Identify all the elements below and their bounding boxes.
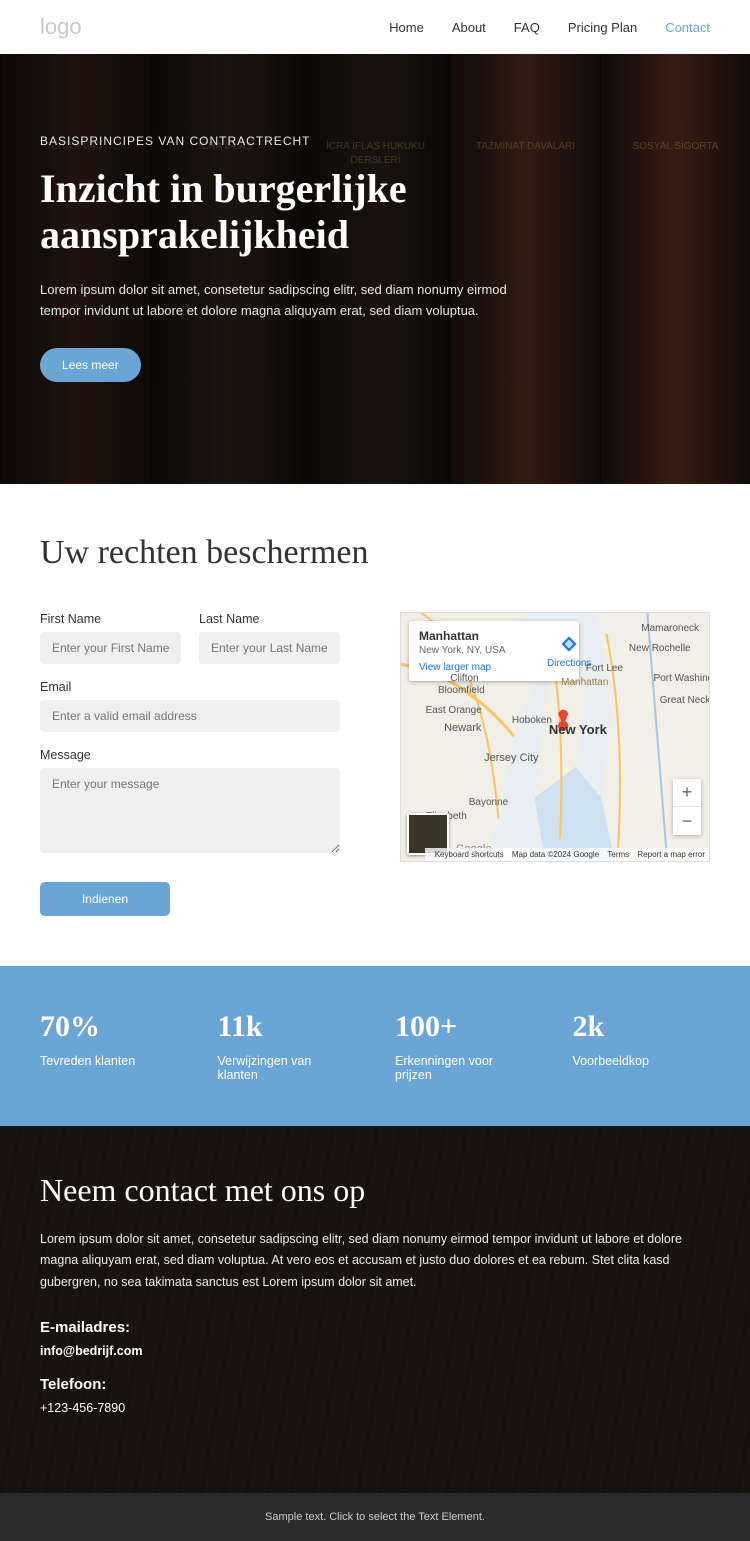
message-textarea[interactable] bbox=[40, 768, 340, 853]
map-label-newyork: New York bbox=[549, 722, 607, 737]
contact-section: Neem contact met ons op Lorem ipsum dolo… bbox=[0, 1126, 750, 1493]
map-label-jerseycity: Jersey City bbox=[484, 752, 538, 764]
site-footer: Sample text. Click to select the Text El… bbox=[0, 1493, 750, 1541]
last-name-input[interactable] bbox=[199, 632, 340, 664]
stat-label: Verwijzingen van klanten bbox=[218, 1054, 356, 1082]
email-label: Email bbox=[40, 680, 340, 694]
map[interactable]: Manhattan New York, NY, USA View larger … bbox=[400, 612, 710, 862]
map-directions[interactable]: Directions bbox=[547, 635, 591, 669]
map-label-portwashington: Port Washington bbox=[654, 673, 710, 684]
email-input[interactable] bbox=[40, 700, 340, 732]
stat-label: Voorbeeldkop bbox=[573, 1054, 711, 1068]
map-label-manhattan: Manhattan bbox=[561, 677, 608, 688]
map-report-link[interactable]: Report a map error bbox=[637, 850, 705, 859]
nav-about[interactable]: About bbox=[452, 20, 486, 35]
map-label-fortlee: Fort Lee bbox=[586, 663, 623, 674]
first-name-label: First Name bbox=[40, 612, 181, 626]
message-label: Message bbox=[40, 748, 340, 762]
stat-number: 100+ bbox=[395, 1010, 533, 1044]
last-name-label: Last Name bbox=[199, 612, 340, 626]
map-attribution: Keyboard shortcuts Map data ©2024 Google… bbox=[425, 848, 709, 861]
contact-email-value[interactable]: info@bedrijf.com bbox=[40, 1344, 710, 1358]
stat-number: 11k bbox=[218, 1010, 356, 1044]
contact-phone-label: Telefoon: bbox=[40, 1376, 710, 1393]
stat-label: Erkenningen voor prijzen bbox=[395, 1054, 533, 1082]
submit-button[interactable]: Indienen bbox=[40, 882, 170, 916]
stat-label: Tevreden klanten bbox=[40, 1054, 178, 1068]
hero-text: Lorem ipsum dolor sit amet, consetetur s… bbox=[40, 280, 520, 322]
stat-item: 70% Tevreden klanten bbox=[40, 1010, 178, 1082]
map-label-bayonne: Bayonne bbox=[469, 797, 508, 808]
directions-icon bbox=[560, 635, 578, 653]
hero-eyebrow: BASISPRINCIPES VAN CONTRACTRECHT bbox=[40, 134, 600, 148]
hero-title: Inzicht in burgerlijke aansprakelijkheid bbox=[40, 166, 600, 258]
map-directions-label: Directions bbox=[547, 658, 591, 669]
contact-phone-value[interactable]: +123-456-7890 bbox=[40, 1401, 710, 1415]
map-label-bloomfield: Bloomfield bbox=[438, 685, 485, 696]
stat-number: 2k bbox=[573, 1010, 711, 1044]
stat-item: 11k Verwijzingen van klanten bbox=[218, 1010, 356, 1082]
stat-item: 2k Voorbeeldkop bbox=[573, 1010, 711, 1082]
map-label-eastorange: East Orange bbox=[426, 705, 482, 716]
map-label-clifton: Clifton bbox=[450, 673, 478, 684]
nav-contact[interactable]: Contact bbox=[665, 20, 710, 35]
contact-email-label: E-mailadres: bbox=[40, 1319, 710, 1336]
map-keyboard-shortcuts[interactable]: Keyboard shortcuts bbox=[435, 850, 504, 859]
map-zoom-out-button[interactable]: − bbox=[673, 807, 701, 835]
contact-text: Lorem ipsum dolor sit amet, consetetur s… bbox=[40, 1229, 710, 1293]
hero-section: İCRA İFLAS İCRA İFLAS İCRA İFLAS HUKUKU … bbox=[0, 54, 750, 484]
map-data-copyright: Map data ©2024 Google bbox=[512, 850, 599, 859]
map-zoom-in-button[interactable]: + bbox=[673, 779, 701, 807]
map-zoom-controls: + − bbox=[673, 779, 701, 835]
map-label-newark: Newark bbox=[444, 722, 481, 734]
map-label-hoboken: Hoboken bbox=[512, 715, 552, 726]
first-name-input[interactable] bbox=[40, 632, 181, 664]
nav-pricing[interactable]: Pricing Plan bbox=[568, 20, 637, 35]
site-header: logo Home About FAQ Pricing Plan Contact bbox=[0, 0, 750, 54]
stats-section: 70% Tevreden klanten 11k Verwijzingen va… bbox=[0, 966, 750, 1126]
map-label-mamaroneck: Mamaroneck bbox=[641, 623, 699, 634]
nav-faq[interactable]: FAQ bbox=[514, 20, 540, 35]
map-label-newrochelle: New Rochelle bbox=[629, 643, 691, 654]
main-nav: Home About FAQ Pricing Plan Contact bbox=[389, 20, 710, 35]
map-info-card: Manhattan New York, NY, USA View larger … bbox=[409, 621, 579, 681]
contact-heading: Neem contact met ons op bbox=[40, 1172, 710, 1209]
footer-text[interactable]: Sample text. Click to select the Text El… bbox=[265, 1511, 485, 1523]
stat-item: 100+ Erkenningen voor prijzen bbox=[395, 1010, 533, 1082]
map-terms-link[interactable]: Terms bbox=[607, 850, 629, 859]
read-more-button[interactable]: Lees meer bbox=[40, 348, 141, 382]
contact-form: First Name Last Name Email Message bbox=[40, 612, 340, 916]
nav-home[interactable]: Home bbox=[389, 20, 424, 35]
form-section: Uw rechten beschermen First Name Last Na… bbox=[0, 484, 750, 966]
form-heading: Uw rechten beschermen bbox=[40, 534, 710, 572]
stat-number: 70% bbox=[40, 1010, 178, 1044]
logo[interactable]: logo bbox=[40, 14, 82, 40]
map-label-greatneck: Great Neck bbox=[660, 695, 710, 706]
